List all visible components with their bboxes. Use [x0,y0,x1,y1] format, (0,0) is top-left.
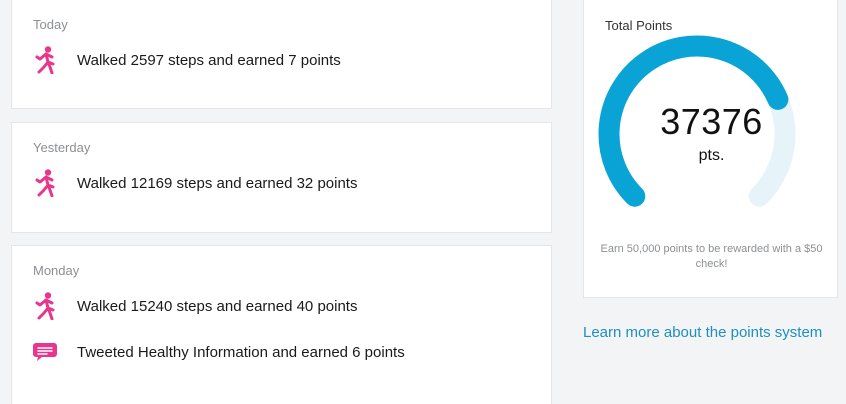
points-dashboard: Today Walked 2597 steps and earned 7 poi… [0,0,846,404]
total-points-unit: pts. [698,147,725,164]
walking-person-icon [32,291,58,321]
speech-bubble-icon [32,337,58,367]
reward-note: Earn 50,000 points to be rewarded with a… [600,243,823,270]
walking-person-icon [32,168,58,198]
activity-text: Walked 2597 steps and earned 7 points [77,51,341,69]
activity-text: Tweeted Healthy Information and earned 6… [77,343,405,361]
day-label: Monday [33,263,80,278]
activity-item: Walked 15240 steps and earned 40 points [32,291,357,321]
learn-more-link[interactable]: Learn more about the points system [583,324,822,341]
day-card-yesterday: Yesterday Walked 12169 steps and earned … [11,122,552,233]
activity-text: Walked 12169 steps and earned 32 points [77,174,358,192]
activity-item: Tweeted Healthy Information and earned 6… [32,337,405,367]
total-points-value: 37376 [660,101,763,142]
activity-item: Walked 12169 steps and earned 32 points [32,168,357,198]
day-card-monday: Monday Walked 15240 steps and earned 40 … [11,245,552,404]
total-points-card: Total Points 37376 pts. Earn 50,000 poin… [583,0,838,298]
walking-person-icon [32,45,58,75]
day-label: Today [33,17,68,32]
day-card-today: Today Walked 2597 steps and earned 7 poi… [11,0,552,109]
activity-text: Walked 15240 steps and earned 40 points [77,297,358,315]
activity-item: Walked 2597 steps and earned 7 points [32,45,341,75]
day-label: Yesterday [33,140,91,155]
total-points-title: Total Points [605,18,673,33]
